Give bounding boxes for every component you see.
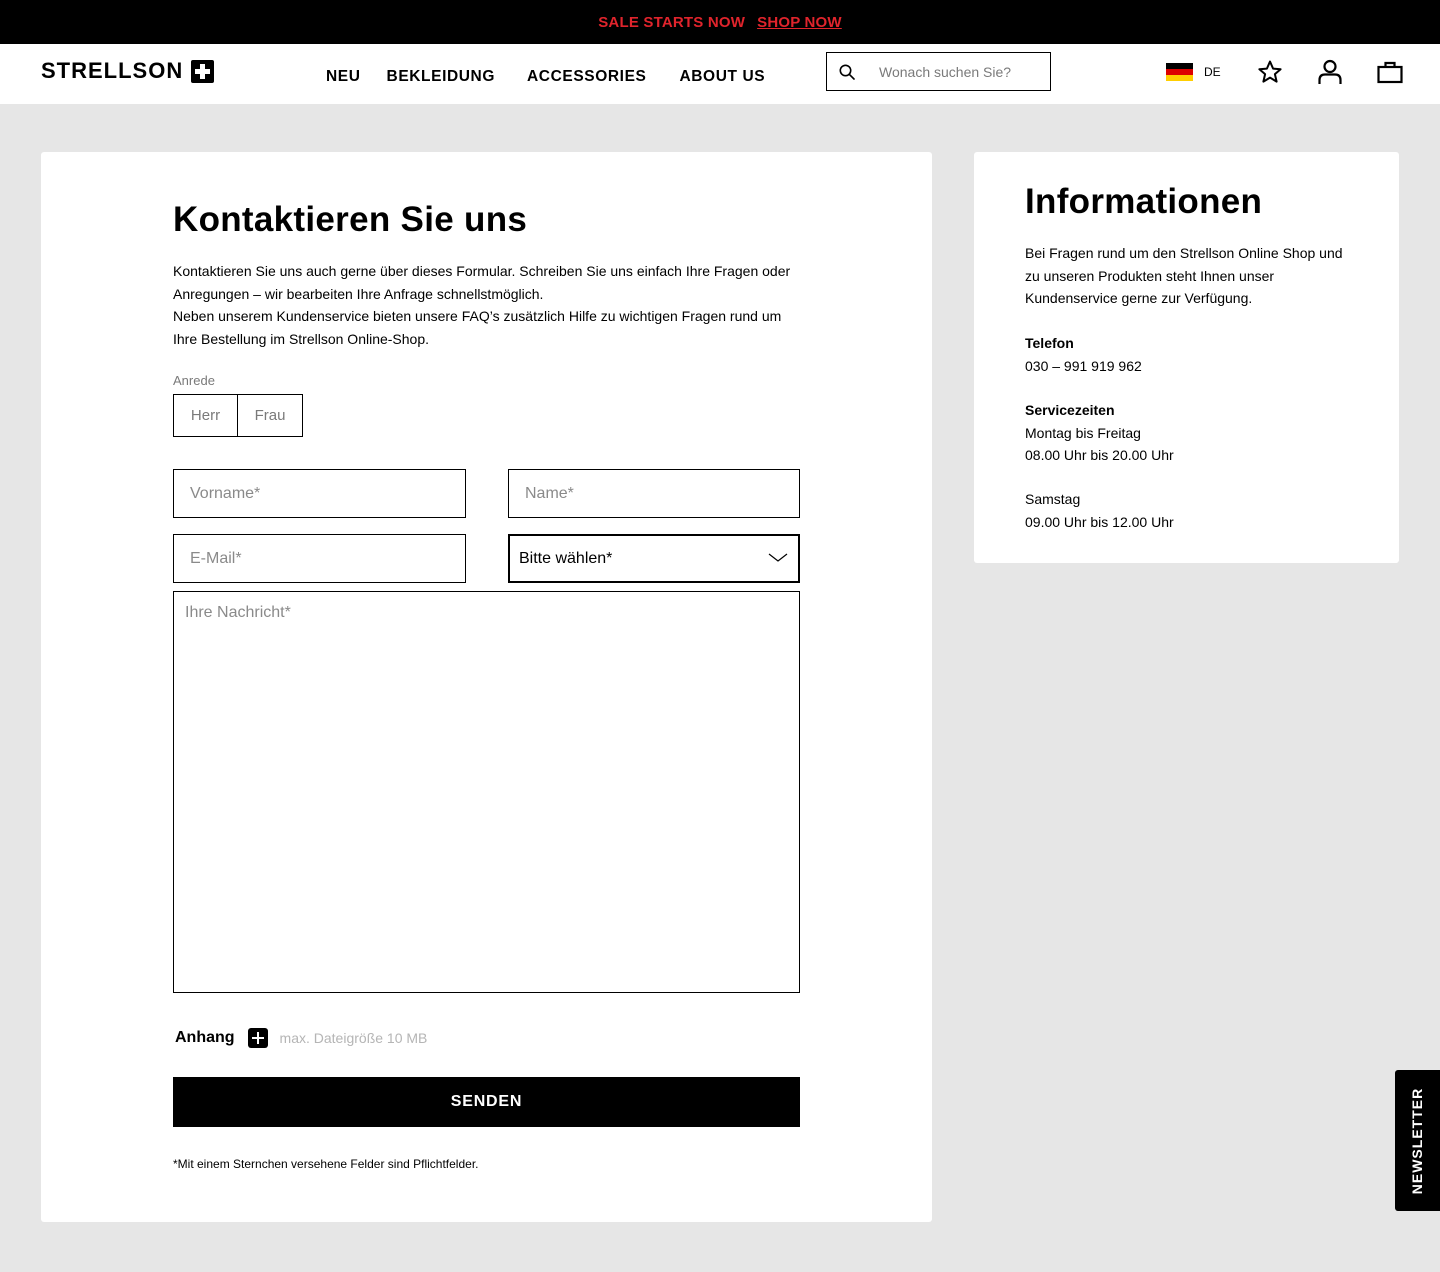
saturday-hours: 09.00 Uhr bis 12.00 Uhr — [1025, 513, 1174, 530]
email-input[interactable] — [174, 535, 465, 582]
info-body: Bei Fragen rund um den Strellson Online … — [1025, 245, 1343, 306]
cart-bag-icon[interactable] — [1376, 58, 1404, 86]
email-field — [173, 534, 466, 583]
firstname-input[interactable] — [174, 470, 465, 517]
attachment-size-hint: max. Dateigröße 10 MB — [279, 1030, 428, 1046]
contact-intro-paragraph-2: Neben unserem Kundenservice bieten unser… — [173, 308, 782, 347]
send-button[interactable]: SENDEN — [173, 1077, 800, 1127]
nav-item-neu[interactable]: NEU — [326, 68, 361, 86]
weekday-hours: 08.00 Uhr bis 20.00 Uhr — [1025, 447, 1174, 463]
service-hours-block: Servicezeiten Montag bis Freitag 08.00 U… — [1025, 399, 1174, 467]
add-attachment-plus-icon[interactable] — [247, 1028, 268, 1048]
info-title: Informationen — [1025, 182, 1263, 221]
newsletter-tab-label: NEWSLETTER — [1409, 1087, 1426, 1194]
phone-heading: Telefon — [1025, 335, 1074, 351]
search-input[interactable] — [879, 63, 1039, 80]
account-icon[interactable] — [1316, 58, 1344, 86]
phone-block: Telefon 030 – 991 919 962 — [1025, 332, 1142, 377]
nav-item-accessories[interactable]: ACCESSORIES — [527, 68, 646, 86]
brand-logo-text: STRELLSON — [41, 58, 184, 83]
lastname-input[interactable] — [509, 470, 799, 517]
lastname-field — [508, 469, 800, 518]
attachment-row: Anhang max. Dateigröße 10 MB — [175, 1028, 427, 1048]
nav-item-about-us[interactable]: ABOUT US — [679, 68, 765, 86]
contact-card: Kontaktieren Sie uns Kontaktieren Sie un… — [41, 152, 932, 1222]
page-title: Kontaktieren Sie uns — [173, 200, 528, 239]
information-card: Informationen Bei Fragen rund um den Str… — [974, 152, 1399, 563]
firstname-field — [173, 469, 466, 518]
language-code: DE — [1204, 65, 1221, 79]
attachment-label: Anhang — [175, 1029, 235, 1046]
site-header: STRELLSON NEU BEKLEIDUNG ACCESSORIES ABO… — [0, 44, 1440, 104]
topic-select[interactable]: Bitte wählen* — [508, 534, 800, 583]
main-nav: NEU BEKLEIDUNG ACCESSORIES ABOUT US — [326, 68, 797, 86]
wishlist-star-icon[interactable] — [1256, 58, 1284, 86]
brand-logo[interactable]: STRELLSON — [41, 58, 215, 84]
message-textarea[interactable] — [174, 592, 799, 992]
contact-intro-paragraph-1: Kontaktieren Sie uns auch gerne über die… — [173, 263, 791, 302]
saturday-block: Samstag 09.00 Uhr bis 12.00 Uhr — [1025, 488, 1174, 533]
language-switch[interactable]: DE — [1166, 63, 1221, 81]
chevron-down-icon — [768, 553, 788, 562]
salutation-option-frau[interactable]: Frau — [238, 394, 303, 437]
nav-item-bekleidung[interactable]: BEKLEIDUNG — [387, 68, 495, 86]
brand-cross-icon — [191, 59, 215, 83]
promo-sale-text: SALE STARTS NOW — [598, 13, 746, 31]
topic-select-value: Bitte wählen* — [519, 549, 613, 567]
salutation-label: Anrede — [173, 373, 215, 388]
search-box — [826, 52, 1051, 91]
newsletter-tab[interactable]: NEWSLETTER — [1395, 1070, 1440, 1211]
salutation-option-herr[interactable]: Herr — [173, 394, 238, 437]
contact-intro: Kontaktieren Sie uns auch gerne über die… — [173, 260, 803, 350]
flag-de-icon — [1166, 63, 1193, 81]
required-fields-note: *Mit einem Sternchen versehene Felder si… — [173, 1157, 479, 1171]
weekday-days: Montag bis Freitag — [1025, 424, 1141, 441]
search-icon[interactable] — [839, 64, 855, 80]
salutation-toggle: Herr Frau — [173, 394, 303, 437]
service-hours-heading: Servicezeiten — [1025, 402, 1115, 418]
promo-bar: SALE STARTS NOW SHOP NOW — [0, 0, 1440, 44]
saturday-days: Samstag — [1025, 491, 1081, 507]
promo-shop-now-link[interactable]: SHOP NOW — [757, 14, 842, 31]
message-field — [173, 591, 800, 993]
phone-number[interactable]: 030 – 991 919 962 — [1025, 355, 1142, 378]
